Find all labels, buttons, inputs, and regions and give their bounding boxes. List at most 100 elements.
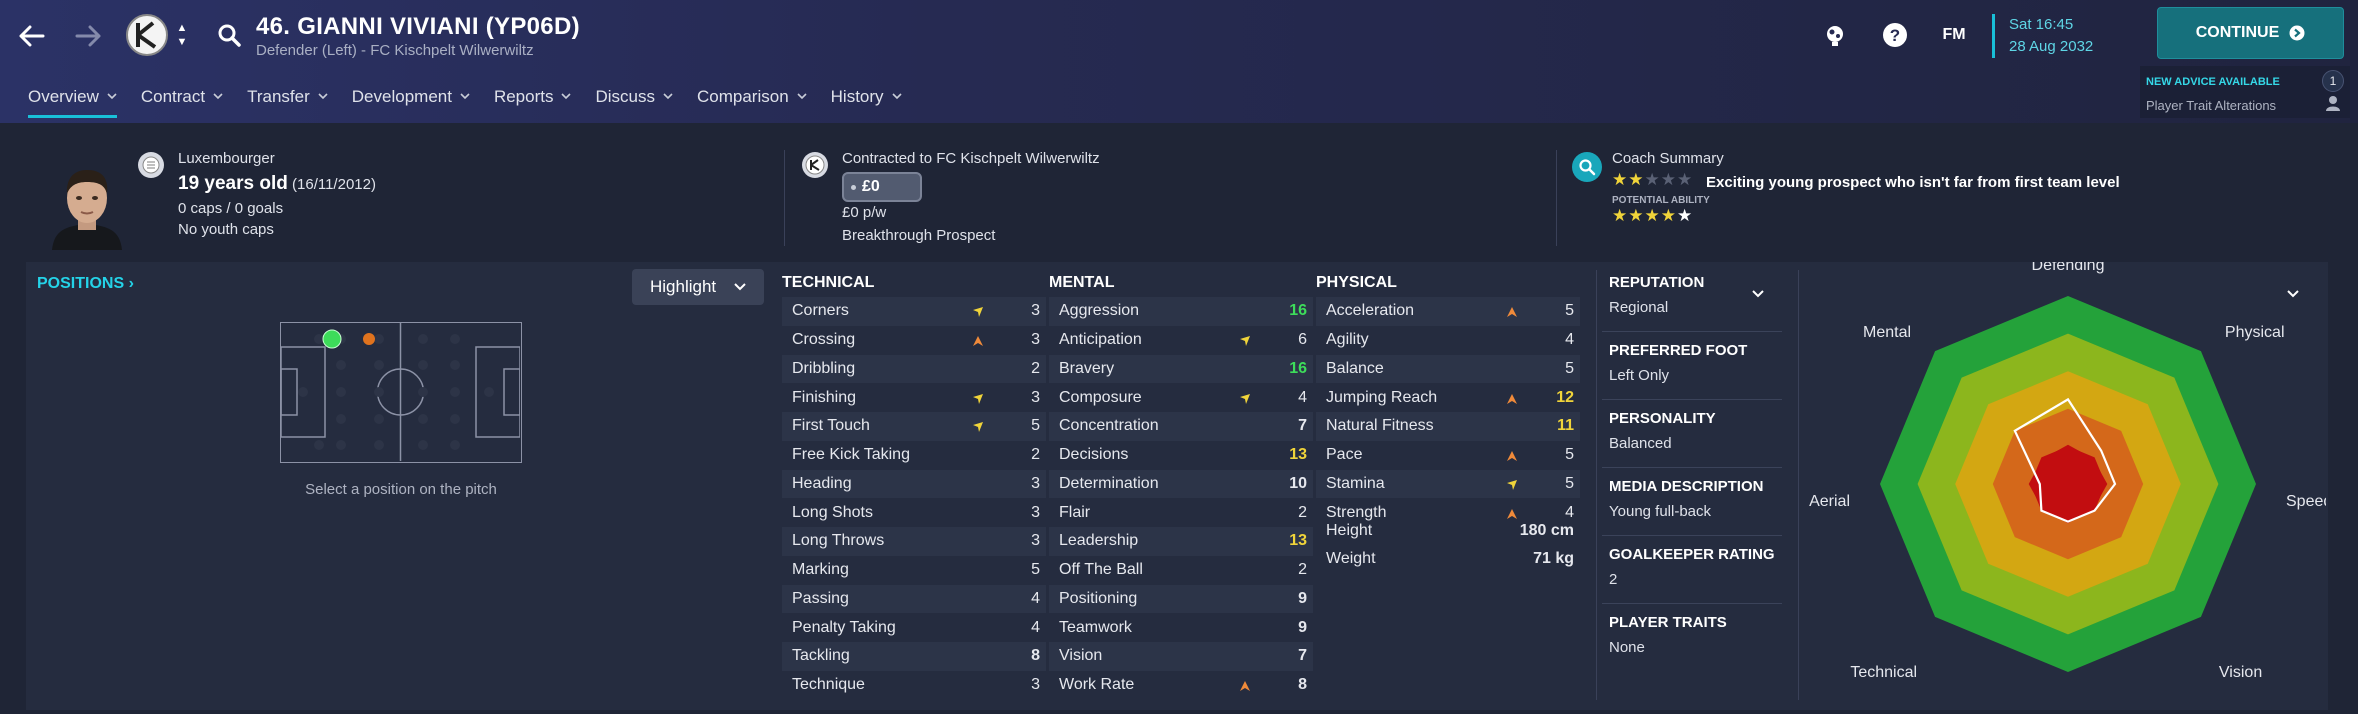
attribute-value: 5 [1565, 302, 1574, 320]
attribute-row-dribbling[interactable]: Dribbling 2 [782, 354, 1046, 384]
attribute-row-anticipation[interactable]: Anticipation 6 [1049, 326, 1313, 355]
attribute-name: Bravery [1059, 359, 1115, 377]
attribute-rising-arrow-icon [972, 392, 984, 404]
attribute-value: 3 [1031, 388, 1040, 406]
attribute-row-tackling[interactable]: Tackling 8 [782, 642, 1046, 671]
tab-history[interactable]: History [819, 80, 914, 114]
transfer-value-badge[interactable]: £0 [842, 172, 922, 202]
attribute-row-jumping-reach[interactable]: Jumping Reach 12 [1316, 383, 1580, 412]
fm-menu-button[interactable]: FM [1936, 22, 1972, 48]
attribute-falling-arrow-icon [972, 334, 984, 347]
attribute-row-finishing[interactable]: Finishing 3 [782, 383, 1046, 412]
tab-development[interactable]: Development [340, 80, 482, 114]
attribute-row-natural-fitness[interactable]: Natural Fitness 11 [1316, 412, 1580, 441]
attribute-row-heading[interactable]: Heading 3 [782, 469, 1046, 499]
attribute-falling-arrow-icon [1239, 679, 1251, 692]
game-date: Sat 16:45 28 Aug 2032 [1992, 14, 2093, 58]
game-date-value: 28 Aug 2032 [2009, 38, 2094, 55]
nationality-flag-icon[interactable] [138, 152, 164, 178]
tab-overview[interactable]: Overview [16, 80, 129, 118]
attribute-row-agility[interactable]: Agility 4 [1316, 326, 1580, 355]
positions-link[interactable]: POSITIONS › [37, 275, 134, 293]
attribute-row-technique[interactable]: Technique 3 [782, 671, 1046, 700]
back-arrow-icon[interactable] [14, 18, 50, 54]
nationality[interactable]: Luxembourger [178, 150, 275, 167]
attribute-value: 3 [1031, 503, 1040, 521]
attribute-row-off-the-ball[interactable]: Off The Ball 2 [1049, 556, 1313, 585]
chevron-down-icon [663, 92, 673, 103]
attribute-row-penalty-taking[interactable]: Penalty Taking 4 [782, 613, 1046, 642]
attribute-row-vision[interactable]: Vision 7 [1049, 642, 1313, 671]
attribute-row-marking[interactable]: Marking 5 [782, 556, 1046, 585]
attribute-row-free-kick-taking[interactable]: Free Kick Taking 2 [782, 441, 1046, 470]
age: 19 years old [178, 173, 288, 194]
tab-reports[interactable]: Reports [482, 80, 584, 114]
attribute-row-positioning[interactable]: Positioning 9 [1049, 584, 1313, 614]
attribute-row-first-touch[interactable]: First Touch 5 [782, 412, 1046, 441]
attribute-row-aggression[interactable]: Aggression 16 [1049, 297, 1313, 326]
attribute-row-leadership[interactable]: Leadership 13 [1049, 527, 1313, 556]
attribute-value: 2 [1031, 446, 1040, 464]
tab-transfer[interactable]: Transfer [235, 80, 340, 114]
club-switcher-chevrons-icon[interactable]: ▲ ▼ [172, 18, 192, 52]
radar-axis-label-technical: Technical [1850, 664, 1917, 681]
reputation-chevron-down-icon[interactable] [1752, 290, 1764, 298]
attribute-row-determination[interactable]: Determination 10 [1049, 469, 1313, 499]
player-name-title: 46. GIANNI VIVIANI (YP06D) [256, 13, 580, 40]
attribute-name: Work Rate [1059, 676, 1135, 694]
attribute-name: Aggression [1059, 302, 1140, 320]
attribute-row-passing[interactable]: Passing 4 [782, 584, 1046, 614]
attribute-name: Leadership [1059, 532, 1139, 550]
new-advice-panel[interactable]: NEW ADVICE AVAILABLE Player Trait Altera… [2140, 66, 2350, 118]
attribute-value: 8 [1031, 647, 1040, 665]
tab-contract[interactable]: Contract [129, 80, 235, 114]
radar-axis-label-aerial: Aerial [1809, 493, 1850, 510]
natural-position-marker [322, 329, 342, 349]
attribute-row-stamina[interactable]: Stamina 5 [1316, 469, 1580, 499]
attribute-row-long-throws[interactable]: Long Throws 3 [782, 527, 1046, 556]
positions-pitch[interactable] [280, 322, 522, 463]
tab-discuss[interactable]: Discuss [583, 80, 685, 114]
forward-arrow-icon[interactable] [70, 18, 106, 54]
tab-label: Discuss [595, 87, 655, 106]
attribute-value: 11 [1557, 417, 1574, 435]
attribute-name: Natural Fitness [1326, 417, 1434, 435]
attribute-row-composure[interactable]: Composure 4 [1049, 383, 1313, 412]
attribute-row-flair[interactable]: Flair 2 [1049, 498, 1313, 527]
attribute-row-concentration[interactable]: Concentration 7 [1049, 412, 1313, 441]
attribute-row-balance[interactable]: Balance 5 [1316, 354, 1580, 384]
attribute-rising-arrow-icon [972, 305, 984, 318]
contract-club-crest-icon[interactable] [802, 152, 828, 178]
attribute-row-acceleration[interactable]: Acceleration 5 [1316, 297, 1580, 326]
attribute-value: 12 [1556, 388, 1574, 406]
attribute-name: Anticipation [1059, 331, 1142, 349]
attribute-value: 4 [1565, 331, 1574, 349]
continue-button[interactable]: CONTINUE [2157, 7, 2344, 59]
attribute-name: Acceleration [1326, 302, 1415, 320]
attribute-row-corners[interactable]: Corners 3 [782, 297, 1046, 326]
football-manager-globe-icon[interactable] [1820, 20, 1850, 50]
coach-search-icon[interactable] [1572, 152, 1602, 182]
help-icon[interactable]: ? [1880, 20, 1910, 50]
tab-comparison[interactable]: Comparison [685, 80, 819, 114]
attribute-value: 4 [1031, 618, 1040, 636]
chevron-down-icon [797, 92, 807, 103]
chevron-down-icon [891, 92, 902, 103]
attribute-row-crossing[interactable]: Crossing 3 [782, 326, 1046, 355]
advice-title: NEW ADVICE AVAILABLE [2146, 76, 2280, 88]
side-value-reputation[interactable]: Regional [1609, 299, 1668, 316]
attribute-row-bravery[interactable]: Bravery 16 [1049, 354, 1313, 384]
attribute-row-teamwork[interactable]: Teamwork 9 [1049, 613, 1313, 642]
attribute-row-work-rate[interactable]: Work Rate 8 [1049, 671, 1313, 700]
chevron-down-icon [561, 92, 572, 103]
attribute-row-long-shots[interactable]: Long Shots 3 [782, 498, 1046, 527]
club-crest-icon[interactable] [124, 12, 170, 58]
search-icon[interactable] [214, 20, 244, 50]
top-bar: ▲ ▼ 46. GIANNI VIVIANI (YP06D) Defender (… [0, 0, 2358, 123]
star-empty-icon: ★ [1644, 170, 1661, 189]
attribute-value: 5 [1031, 417, 1040, 435]
attribute-row-pace[interactable]: Pace 5 [1316, 441, 1580, 470]
divider [1798, 270, 1799, 700]
attribute-row-decisions[interactable]: Decisions 13 [1049, 441, 1313, 470]
highlight-dropdown[interactable]: Highlight [632, 269, 764, 305]
